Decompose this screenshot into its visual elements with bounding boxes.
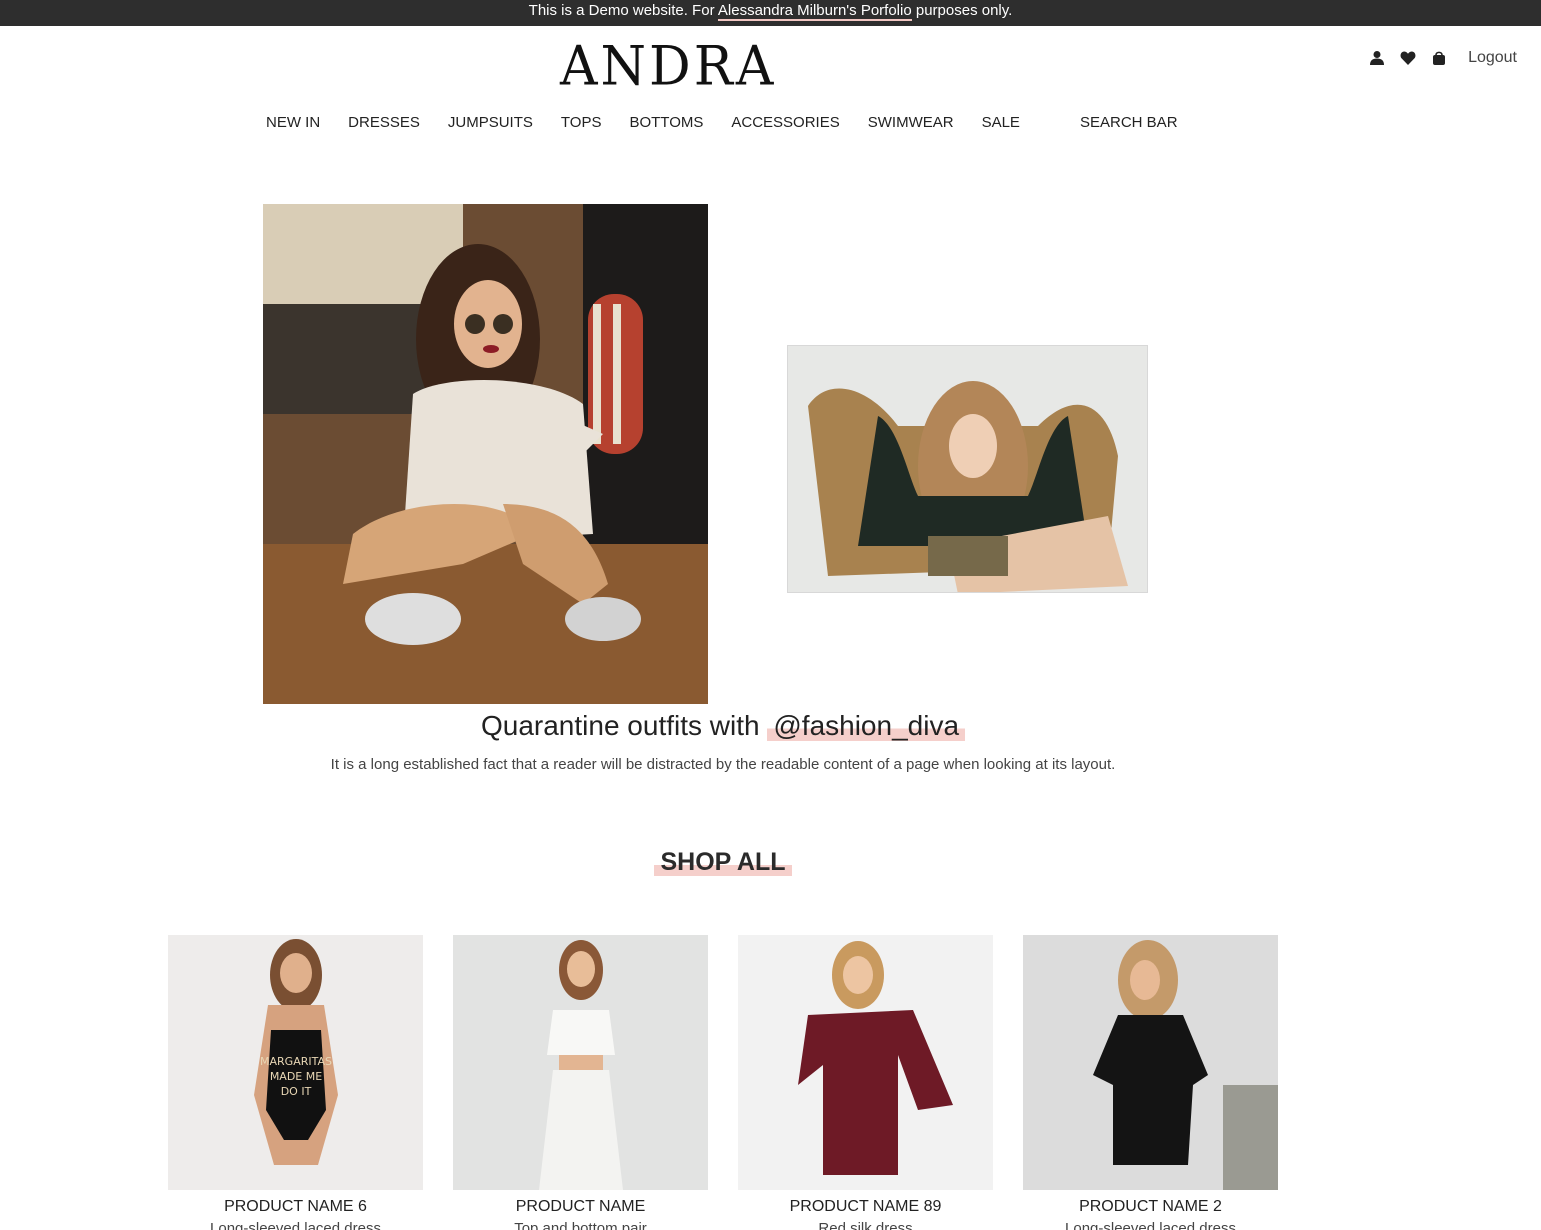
product-image-swimsuit[interactable]: MARGARITAS MADE ME DO IT [168,935,423,1190]
swimsuit-print-line-1: MARGARITAS [260,1055,332,1068]
swimsuit-print-line-2: MADE ME [270,1070,322,1083]
product-card[interactable]: PRODUCT NAME 89 Red silk dress [738,935,993,1230]
demo-banner-prefix: This is a Demo website. For [528,2,715,19]
product-card[interactable]: PRODUCT NAME Top and bottom pair [453,935,708,1230]
post-description: It is a long established fact that a rea… [330,756,1116,773]
nav-item-jumpsuits[interactable]: JUMPSUITS [448,114,533,131]
product-name[interactable]: PRODUCT NAME [453,1198,708,1216]
shopping-bag-icon[interactable] [1431,50,1447,66]
nav-item-sale[interactable]: SALE [982,114,1020,131]
post-title-prefix: Quarantine outfits with [480,710,760,741]
product-card[interactable]: MARGARITAS MADE ME DO IT PRODUCT NAME 6 … [168,935,423,1230]
product-image-black-lace-dress[interactable] [1023,935,1278,1190]
nav-item-tops[interactable]: TOPS [561,114,602,131]
product-description: Top and bottom pair [514,1220,647,1230]
hero-image-woman-in-chair [787,345,1148,593]
nav-item-bottoms[interactable]: BOTTOMS [629,114,703,131]
nav-item-accessories[interactable]: ACCESSORIES [731,114,839,131]
logout-link[interactable]: Logout [1468,49,1517,67]
user-tools: Logout [1369,44,1517,72]
user-icon[interactable] [1369,50,1385,66]
shop-all-heading[interactable]: SHOP ALL [0,848,1446,877]
product-description: Red silk dress [818,1220,913,1230]
demo-banner-suffix: purposes only. [915,2,1013,19]
product-card[interactable]: PRODUCT NAME 2 Long-sleeved laced dress [1023,935,1278,1230]
product-name[interactable]: PRODUCT NAME 89 [738,1198,993,1216]
post-title: Quarantine outfits with @fashion_diva [0,710,1446,742]
nav-item-dresses[interactable]: DRESSES [348,114,420,131]
product-description: Long-sleeved laced dress [210,1220,381,1230]
product-description: Long-sleeved laced dress [1065,1220,1236,1230]
product-image-red-dress[interactable] [738,935,993,1190]
page: This is a Demo website. For Alessandra M… [0,0,1541,1230]
main-nav: NEW IN DRESSES JUMPSUITS TOPS BOTTOMS AC… [266,114,1048,131]
product-name[interactable]: PRODUCT NAME 6 [168,1198,423,1216]
swimsuit-print-line-3: DO IT [281,1085,312,1098]
shop-all-label[interactable]: SHOP ALL [654,848,792,876]
site-logo[interactable]: ANDRA [560,35,773,99]
post-title-handle[interactable]: @fashion_diva [767,710,966,741]
heart-icon[interactable] [1400,50,1416,66]
portfolio-link[interactable]: Alessandra Milburn's Porfolio [717,2,912,21]
hero-image-seated-woman [263,204,708,704]
product-name[interactable]: PRODUCT NAME 2 [1023,1198,1278,1216]
search-bar[interactable]: SEARCH BAR [1080,114,1178,131]
product-image-white-two-piece[interactable] [453,935,708,1190]
nav-item-swimwear[interactable]: SWIMWEAR [868,114,954,131]
nav-item-new-in[interactable]: NEW IN [266,114,320,131]
demo-banner: This is a Demo website. For Alessandra M… [0,0,1541,26]
